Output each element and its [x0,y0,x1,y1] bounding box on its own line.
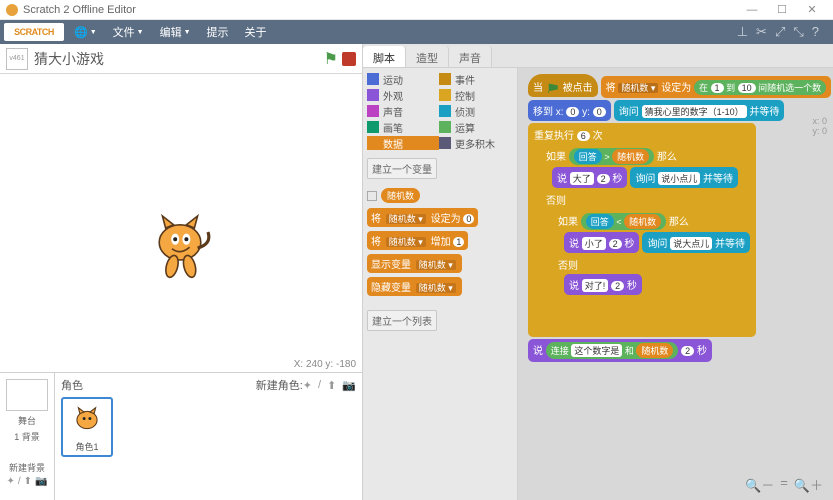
menu-bar: SCRATCH 🌐▼ 文件▼ 编辑▼ 提示 关于 ⊥ ✂ ⤢ ⤡ ? [0,20,833,44]
flag-icon [548,83,558,93]
cut-icon[interactable]: ✂ [756,24,767,40]
menu-file[interactable]: 文件▼ [107,24,150,40]
palette-show-block[interactable]: 显示变量 随机数 ▾ [367,254,462,273]
backdrop-thumbnail[interactable] [6,379,48,411]
variable-checkbox[interactable] [367,191,377,201]
new-sprite-label: 新建角色: [256,377,303,393]
variable-row[interactable]: 随机数 [367,188,513,203]
block-if-else-gt[interactable]: 如果 回答 > 随机数 那么 说 大了 2 秒 询问 说小点儿 并等待 否则 [540,144,754,323]
block-gt[interactable]: 回答 > 随机数 [569,148,654,165]
stop-button[interactable] [342,52,356,66]
category-operators[interactable]: 运算 [439,120,511,134]
backdrop-library-icon[interactable]: ✦ [6,476,14,487]
sprite-thumbnail[interactable]: 角色1 [61,397,113,457]
block-palette: 运动 事件 外观 控制 声音 侦测 画笔 运算 数据 更多积木 建立一个变量 随… [363,68,518,500]
category-control[interactable]: 控制 [439,88,511,102]
zoom-in-icon[interactable]: 🔍＋ [794,475,823,494]
block-lt[interactable]: 回答 < 随机数 [581,213,666,230]
menu-about[interactable]: 关于 [239,24,273,40]
block-set-var[interactable]: 将 随机数 ▾ 设定为 在 1 到 10 间随机选一个数 [601,76,832,98]
category-more[interactable]: 更多积木 [439,136,511,150]
script-stack[interactable]: 当 被点击 将 随机数 ▾ 设定为 在 1 到 10 间随机选一个数 移到 x:… [528,74,833,364]
editor-tabs: 脚本 造型 声音 [363,44,833,68]
window-titlebar: Scratch 2 Offline Editor — ☐ ✕ [0,0,833,20]
language-menu[interactable]: 🌐▼ [68,26,103,39]
block-var[interactable]: 随机数 [612,149,649,164]
tab-costumes[interactable]: 造型 [406,46,449,67]
green-flag-button[interactable]: ⚑ [324,49,338,69]
block-var[interactable]: 随机数 [624,214,661,229]
category-events[interactable]: 事件 [439,72,511,86]
block-ask-small[interactable]: 询问 说小点儿 并等待 [630,167,738,188]
block-var[interactable]: 随机数 [636,343,673,358]
backdrop-paint-icon[interactable]: / [18,476,21,487]
backdrop-count: 1 背景 [14,430,40,443]
block-answer[interactable]: 回答 [586,214,614,229]
tab-sounds[interactable]: 声音 [449,46,492,67]
make-variable-button[interactable]: 建立一个变量 [367,158,437,179]
sprite-name: 角色1 [75,440,98,453]
block-say-big[interactable]: 说 大了 2 秒 [552,167,627,188]
shrink-icon[interactable]: ⤡ [793,24,803,40]
make-list-button[interactable]: 建立一个列表 [367,310,437,331]
close-button[interactable]: ✕ [797,3,827,16]
category-motion[interactable]: 运动 [367,72,439,86]
block-join[interactable]: 连接 这个数字是 和 随机数 [546,342,679,359]
menu-edit[interactable]: 编辑▼ [154,24,197,40]
tab-scripts[interactable]: 脚本 [363,46,406,67]
stamp-icon[interactable]: ⊥ [737,24,748,40]
block-when-flag[interactable]: 当 被点击 [528,74,598,97]
toolbar-tools: ⊥ ✂ ⤢ ⤡ ? [737,24,829,40]
block-say-right[interactable]: 说 对了! 2 秒 [564,274,642,295]
palette-hide-block[interactable]: 隐藏变量 随机数 ▾ [367,277,462,296]
block-ask[interactable]: 询问 猜我心里的数字（1-10） 并等待 [614,100,785,121]
window-title: Scratch 2 Offline Editor [23,4,136,16]
backdrop-camera-icon[interactable]: 📷 [35,476,47,487]
stage-label: 舞台 [18,414,36,427]
sprite-library-icon[interactable]: ✦ [303,379,312,392]
block-repeat[interactable]: 重复执行 6 次 如果 回答 > 随机数 那么 说 大了 2 秒 询问 [528,123,756,337]
block-say-small[interactable]: 说 小了 2 秒 [564,232,639,253]
category-sensing[interactable]: 侦测 [439,104,511,118]
sprite-on-stage[interactable] [140,204,220,284]
stage-header: v461 猜大小游戏 ⚑ [0,44,362,74]
block-answer[interactable]: 回答 [574,149,602,164]
grow-icon[interactable]: ⤢ [775,24,785,40]
category-sound[interactable]: 声音 [367,104,439,118]
menu-tips[interactable]: 提示 [201,24,235,40]
backdrop-panel: 舞台 1 背景 新建背景 ✦ / ⬆ 📷 [0,373,55,500]
block-ask-big[interactable]: 询问 说大点儿 并等待 [642,232,750,253]
app-icon [6,4,18,16]
fullscreen-button[interactable]: v461 [6,48,28,70]
sprite-paint-icon[interactable]: / [318,379,321,392]
script-workspace[interactable]: x: 0y: 0 当 被点击 将 随机数 ▾ 设定为 在 1 到 10 间随机选… [518,68,833,500]
category-data[interactable]: 数据 [367,136,439,150]
help-icon[interactable]: ? [812,24,819,40]
stage[interactable]: X: 240 y: -180 [0,74,362,372]
palette-set-block[interactable]: 将 随机数 ▾ 设定为 0 [367,208,478,227]
block-goto-xy[interactable]: 移到 x: 0 y: 0 [528,100,611,121]
new-backdrop-label: 新建背景 [9,461,45,474]
block-if-else-lt[interactable]: 如果 回答 < 随机数 那么 说 小了 2 秒 询问 说大点儿 并等待 [552,209,752,309]
zoom-out-icon[interactable]: 🔍－ [745,475,774,494]
minimize-button[interactable]: — [737,4,767,16]
sprites-header: 角色 [61,377,83,393]
zoom-reset-icon[interactable]: = [780,475,788,494]
backdrop-upload-icon[interactable]: ⬆ [24,476,32,487]
block-say-join[interactable]: 说 连接 这个数字是 和 随机数 2 秒 [528,339,712,362]
mouse-coords: X: 240 y: -180 [294,359,356,370]
sprite-camera-icon[interactable]: 📷 [342,379,356,392]
sprite-upload-icon[interactable]: ⬆ [327,379,336,392]
variable-reporter[interactable]: 随机数 [381,188,420,203]
category-pen[interactable]: 画笔 [367,120,439,134]
category-looks[interactable]: 外观 [367,88,439,102]
scratch-logo: SCRATCH [4,23,64,41]
zoom-controls: 🔍－ = 🔍＋ [745,475,823,494]
palette-change-block[interactable]: 将 随机数 ▾ 增加 1 [367,231,468,250]
block-pick-random[interactable]: 在 1 到 10 间随机选一个数 [694,80,826,95]
maximize-button[interactable]: ☐ [767,3,797,16]
project-title[interactable]: 猜大小游戏 [34,49,104,69]
